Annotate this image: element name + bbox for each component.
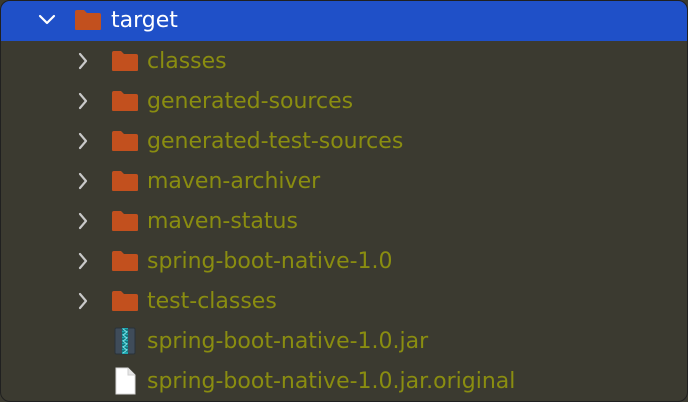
folder-icon	[111, 250, 139, 272]
tree-row-generated-test-sources[interactable]: generated-test-sources	[1, 121, 687, 161]
tree-row-classes[interactable]: classes	[1, 41, 687, 81]
folder-icon	[111, 170, 139, 192]
chevron-right-icon[interactable]	[73, 291, 93, 311]
tree-row-label: spring-boot-native-1.0	[147, 249, 393, 274]
tree-row-spring-boot-native-1-0-jar-original[interactable]: spring-boot-native-1.0.jar.original	[1, 361, 687, 401]
tree-row-label: test-classes	[147, 289, 277, 314]
tree-row-test-classes[interactable]: test-classes	[1, 281, 687, 321]
chevron-right-icon[interactable]	[73, 251, 93, 271]
chevron-right-icon[interactable]	[73, 51, 93, 71]
tree-row-maven-status[interactable]: maven-status	[1, 201, 687, 241]
project-tree-panel: target classes generated-sources generated…	[0, 0, 688, 402]
chevron-down-icon[interactable]	[37, 10, 57, 30]
tree-row-label: spring-boot-native-1.0.jar.original	[147, 369, 516, 394]
tree-row-spring-boot-native-1-0[interactable]: spring-boot-native-1.0	[1, 241, 687, 281]
tree-row-target[interactable]: target	[1, 1, 687, 41]
folder-icon	[111, 290, 139, 312]
chevron-right-icon[interactable]	[73, 131, 93, 151]
chevron-right-icon[interactable]	[73, 211, 93, 231]
tree-row-label: generated-sources	[147, 89, 354, 114]
chevron-right-icon[interactable]	[73, 91, 93, 111]
tree-row-label: maven-status	[147, 209, 298, 234]
tree-row-maven-archiver[interactable]: maven-archiver	[1, 161, 687, 201]
folder-icon	[111, 210, 139, 232]
folder-icon	[74, 9, 102, 31]
chevron-right-icon[interactable]	[73, 171, 93, 191]
folder-icon	[111, 90, 139, 112]
folder-icon	[111, 50, 139, 72]
tree-row-label: target	[111, 8, 178, 33]
tree-row-spring-boot-native-1-0-jar[interactable]: spring-boot-native-1.0.jar	[1, 321, 687, 361]
tree-row-label: generated-test-sources	[147, 129, 404, 154]
tree-row-label: maven-archiver	[147, 169, 321, 194]
folder-icon	[111, 130, 139, 152]
tree-row-label: spring-boot-native-1.0.jar	[147, 329, 429, 354]
jar-file-icon	[114, 327, 136, 355]
tree-row-label: classes	[147, 49, 227, 74]
file-icon	[114, 367, 136, 395]
tree-row-generated-sources[interactable]: generated-sources	[1, 81, 687, 121]
